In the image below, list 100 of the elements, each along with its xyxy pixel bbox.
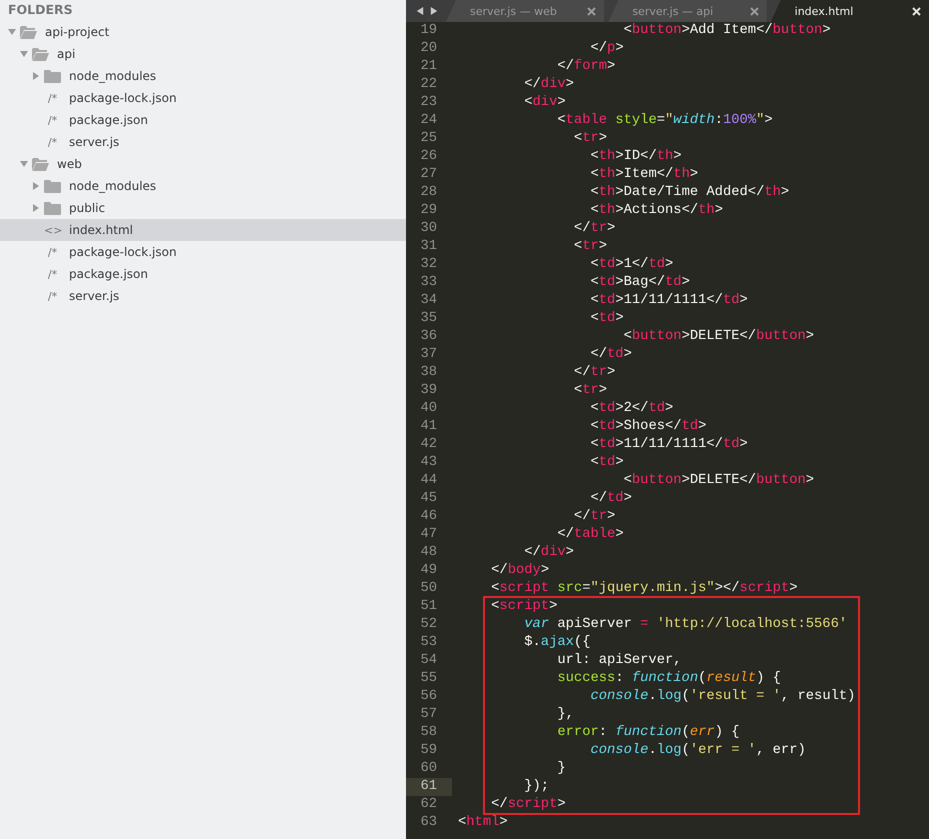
code-line: <button>Add Item</button> (622, 22, 831, 40)
code-line: <th>ID</th> (589, 148, 682, 166)
code-line: }, (556, 706, 574, 724)
code-line: <td>Shoes</td> (589, 418, 706, 436)
code-line: </div> (523, 544, 574, 562)
line-number: 34 (419, 292, 438, 310)
caret-icon[interactable] (32, 72, 40, 80)
tree-item[interactable]: /* server.js (0, 131, 406, 153)
folder-icon (20, 26, 37, 38)
code-line: <button>DELETE</button> (622, 472, 814, 490)
line-number: 32 (419, 256, 438, 274)
tree-item[interactable]: /* package-lock.json (0, 241, 406, 263)
code-line: <script> (490, 598, 558, 616)
line-number: 42 (419, 436, 438, 454)
code-line: <td> (589, 310, 624, 328)
tree-item[interactable]: /* package.json (0, 263, 406, 285)
line-number: 31 (419, 238, 438, 256)
line-number: 20 (419, 40, 438, 58)
tree-item-label: node_modules (69, 69, 156, 83)
editor-tab[interactable]: index.html (770, 0, 929, 22)
code-line: <th>Date/Time Added</th> (589, 184, 790, 202)
file-icon: /* (44, 92, 61, 104)
tree-item-label: package-lock.json (69, 91, 177, 105)
line-number: 51 (419, 598, 438, 616)
code-line: <td> (589, 454, 624, 472)
line-number: 22 (419, 76, 438, 94)
line-number: 38 (419, 364, 438, 382)
code-line: console.log('result = ', result) (589, 688, 856, 706)
tree-item[interactable]: public (0, 197, 406, 219)
tree-item[interactable]: web (0, 153, 406, 175)
code-line: <td>11/11/1111</td> (589, 436, 748, 454)
tree-item[interactable]: api-project (0, 21, 406, 43)
code-line: <td>11/11/1111</td> (589, 292, 748, 310)
caret-icon[interactable] (8, 28, 16, 36)
line-number: 63 (419, 814, 438, 832)
code-line: <tr> (572, 130, 608, 148)
back-icon[interactable] (416, 6, 424, 16)
line-number: 62 (419, 796, 438, 814)
caret-icon[interactable] (20, 160, 28, 168)
line-number: 55 (419, 670, 438, 688)
line-number: 21 (419, 58, 438, 76)
tree-item[interactable]: node_modules (0, 65, 406, 87)
folder-icon (44, 180, 61, 192)
file-icon: /* (44, 268, 61, 280)
caret-icon[interactable] (20, 50, 28, 58)
tree-item[interactable]: <> index.html (0, 219, 406, 241)
code-line: </table> (556, 526, 624, 544)
line-number: 44 (419, 472, 438, 490)
code-line: $.ajax({ (523, 634, 590, 652)
folder-icon (32, 158, 49, 170)
code-line: <button>DELETE</button> (622, 328, 814, 346)
file-icon: /* (44, 246, 61, 258)
code-line: </td> (589, 346, 632, 364)
code-line: <script src="jquery.min.js"></script> (490, 580, 798, 598)
file-icon: /* (44, 114, 61, 126)
folder-icon (44, 70, 61, 82)
tree-item[interactable]: /* package-lock.json (0, 87, 406, 109)
tree-item-label: package.json (69, 267, 148, 281)
line-number: 61 (406, 778, 452, 796)
forward-icon[interactable] (430, 6, 438, 16)
tree-item-label: package.json (69, 113, 148, 127)
caret-icon[interactable] (32, 204, 40, 212)
tree-item[interactable]: /* package.json (0, 109, 406, 131)
code-line: <tr> (572, 382, 608, 400)
line-number: 40 (419, 400, 438, 418)
tree-item[interactable]: /* server.js (0, 285, 406, 307)
folder-icon (32, 48, 49, 60)
line-number: 41 (419, 418, 438, 436)
tree-item-label: package-lock.json (69, 245, 177, 259)
caret-icon[interactable] (32, 182, 40, 190)
code-line: <html> (458, 814, 508, 832)
line-number: 19 (419, 22, 438, 40)
tree-item-label: api (57, 47, 76, 61)
tree-item[interactable]: api (0, 43, 406, 65)
line-number: 50 (419, 580, 438, 598)
file-icon: <> (44, 224, 61, 236)
code-line: </body> (490, 562, 550, 580)
tree-item[interactable]: node_modules (0, 175, 406, 197)
tree-item-label: index.html (69, 223, 133, 237)
code-line: </tr> (572, 220, 616, 238)
line-number: 36 (419, 328, 438, 346)
line-number: 25 (419, 130, 438, 148)
code-line: console.log('err = ', err) (589, 742, 806, 760)
line-number: 27 (419, 166, 438, 184)
code-line: url: apiServer, (556, 652, 682, 670)
code-line: </tr> (572, 508, 616, 526)
tree-item-label: web (57, 157, 82, 171)
line-number: 33 (419, 274, 438, 292)
line-number: 30 (419, 220, 438, 238)
sidebar-title: FOLDERS (7, 1, 74, 19)
code-line: <td>Bag</td> (589, 274, 690, 292)
code-line: </form> (556, 58, 616, 76)
line-number: 58 (419, 724, 438, 742)
line-number: 37 (419, 346, 438, 364)
code-line: <table style="width:100%"> (556, 112, 773, 130)
code-line: error: function(err) { (556, 724, 740, 742)
line-number: 52 (419, 616, 438, 634)
line-number: 29 (419, 202, 438, 220)
code-line: }); (523, 778, 550, 796)
code-line: <tr> (572, 238, 608, 256)
